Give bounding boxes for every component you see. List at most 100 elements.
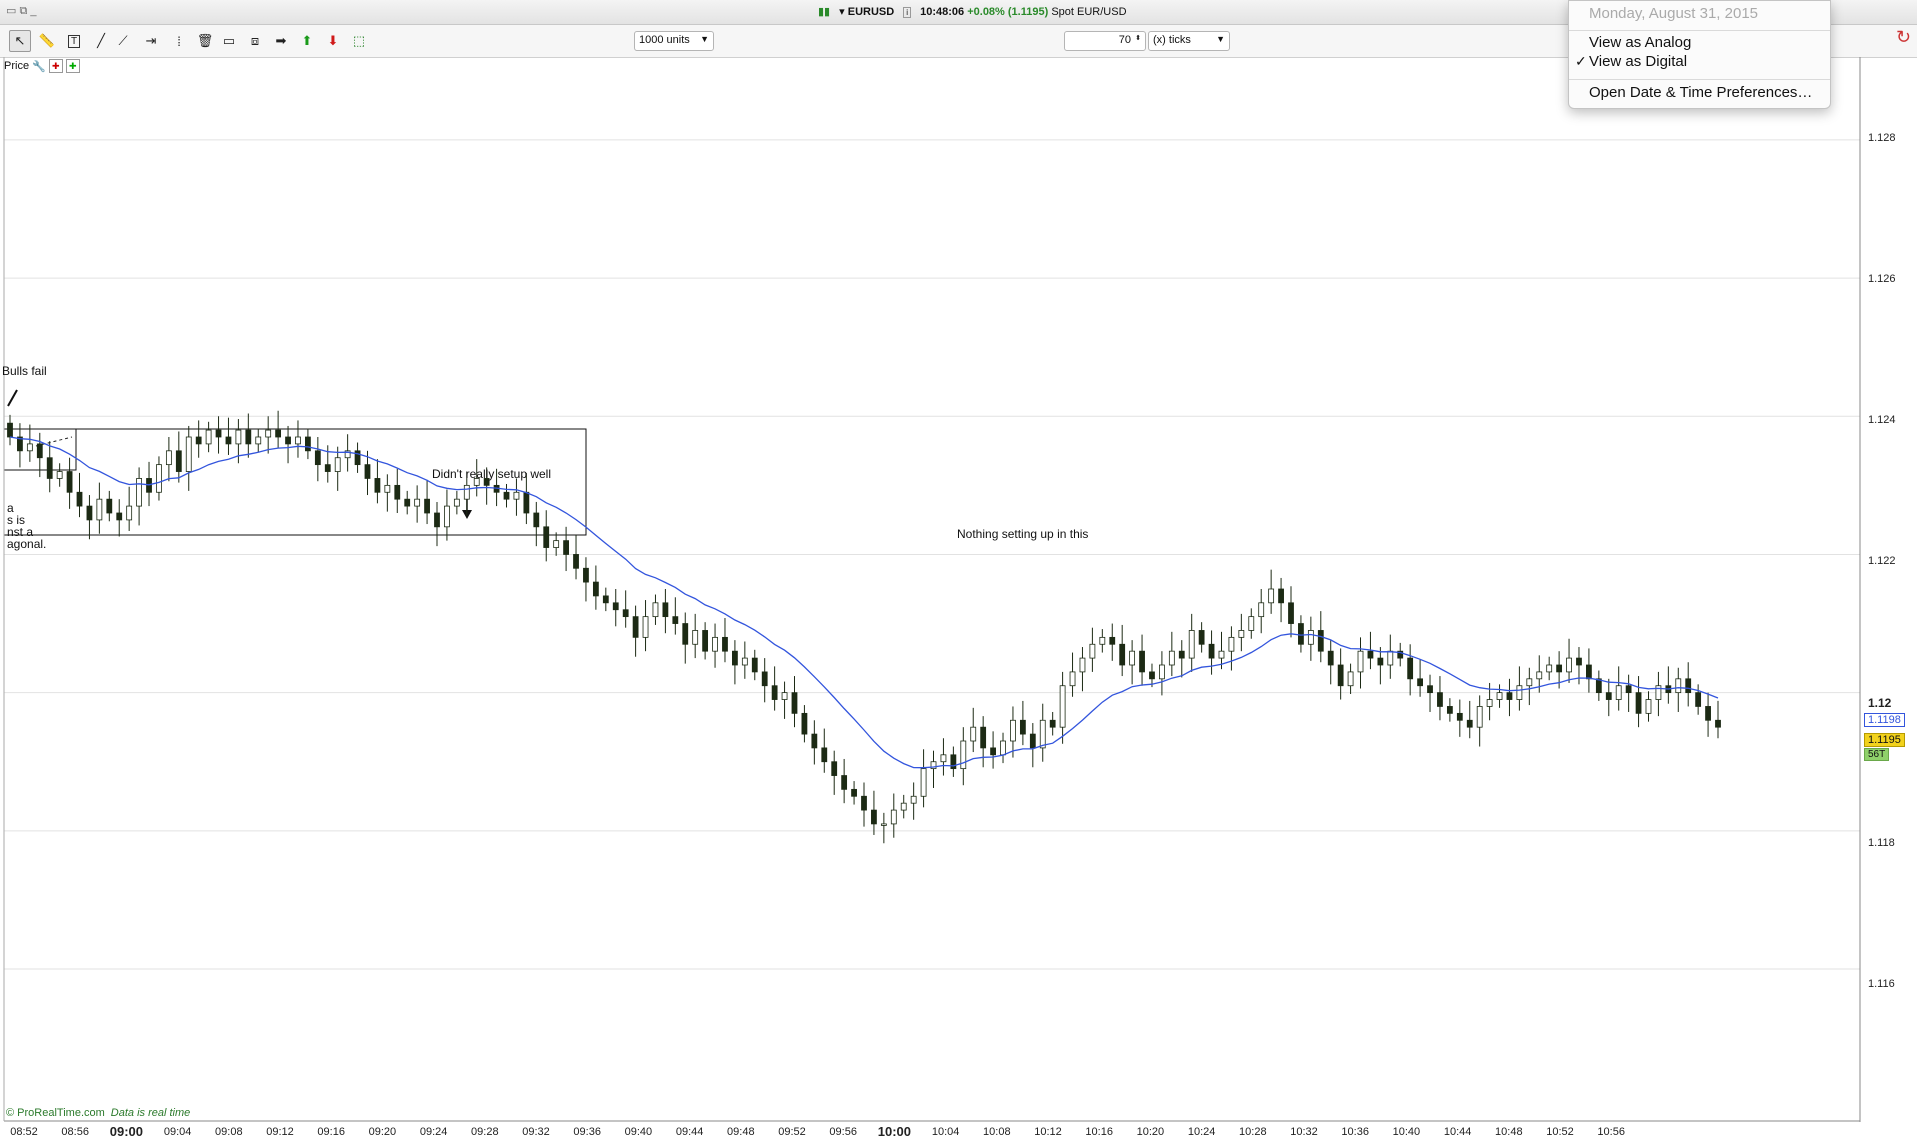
candle: [573, 535, 579, 580]
realtime-note: Data is real time: [110, 1107, 191, 1119]
menu-item-view-analog[interactable]: View as Analog: [1589, 34, 1691, 51]
ruler-tool[interactable]: 📏: [36, 30, 58, 52]
candle-body: [305, 436, 311, 452]
candle-body: [165, 450, 172, 466]
arrow-right-icon[interactable]: ➡: [270, 30, 292, 52]
horizontal-line-tool[interactable]: ⇥: [140, 30, 162, 52]
candle: [791, 676, 798, 728]
candle-body: [453, 498, 460, 507]
candle-body: [235, 429, 242, 445]
candle: [1059, 671, 1066, 744]
info-icon[interactable]: i: [903, 7, 912, 18]
candle-body: [1059, 685, 1066, 728]
arrow-down-icon[interactable]: ⬇: [322, 30, 344, 52]
x-tick: 09:40: [624, 1126, 653, 1138]
units-select[interactable]: 1000 units ▼: [634, 31, 714, 51]
candle: [751, 649, 758, 681]
candle: [871, 790, 877, 835]
candle-body: [1427, 685, 1433, 694]
candle-body: [1675, 678, 1682, 694]
ray-tool[interactable]: ⟋: [112, 30, 134, 52]
menu-item-view-digital[interactable]: View as Digital: [1589, 53, 1687, 70]
candle: [910, 782, 917, 820]
candle-body: [1139, 650, 1145, 673]
candle: [1665, 666, 1672, 704]
candle: [1605, 678, 1612, 717]
candle: [1685, 662, 1692, 707]
status-bar: © ProRealTime.com Data is real time: [6, 1107, 190, 1119]
candle: [295, 420, 301, 458]
candle-body: [1586, 664, 1592, 680]
x-tick: 10:16: [1085, 1126, 1113, 1138]
candle: [1715, 700, 1721, 739]
price-chart[interactable]: [0, 57, 1917, 1143]
menu-item-date-time-prefs[interactable]: Open Date & Time Preferences…: [1589, 84, 1812, 101]
x-tick: 10:28: [1239, 1126, 1267, 1138]
x-tick: 08:56: [61, 1126, 89, 1138]
channel-tool[interactable]: ⧈: [244, 30, 266, 52]
candle-body: [851, 788, 857, 797]
candle-body: [1347, 671, 1354, 687]
candle-body: [255, 436, 262, 445]
candle-body: [1407, 657, 1414, 680]
candle-body: [334, 457, 341, 472]
candle: [1456, 699, 1463, 737]
cursor-tool[interactable]: ↖: [9, 30, 31, 52]
candle-body: [1109, 636, 1116, 645]
candle-body: [672, 616, 679, 624]
candle: [1705, 692, 1711, 737]
candle-body: [414, 498, 421, 507]
candle-body: [1089, 643, 1096, 659]
window-controls[interactable]: ▭ ⧉ _: [6, 4, 36, 18]
candle: [602, 587, 609, 612]
x-tick: 09:20: [368, 1126, 397, 1138]
candle: [761, 658, 768, 703]
delete-tool[interactable]: 🗑: [194, 30, 216, 52]
candle: [841, 758, 848, 804]
candle: [1476, 695, 1483, 747]
rectangle-tool[interactable]: ▭: [218, 30, 240, 52]
trend-line[interactable]: [7, 389, 18, 407]
candle-body: [36, 443, 43, 459]
candle-body: [463, 484, 470, 500]
y-tick: 1.126: [1868, 273, 1896, 285]
candle-body: [1695, 692, 1702, 707]
brand[interactable]: © ProRealTime.com: [6, 1107, 105, 1119]
candle: [831, 750, 838, 795]
candle-body: [841, 775, 848, 790]
candle-body: [1536, 671, 1543, 680]
candle: [583, 557, 589, 602]
arrow-up-icon[interactable]: ⬆: [296, 30, 318, 52]
candle-body: [652, 602, 659, 618]
x-tick: 10:32: [1290, 1126, 1318, 1138]
ticks-select[interactable]: (x) ticks ▼: [1148, 31, 1230, 51]
candle: [970, 707, 977, 753]
symbol-dropdown[interactable]: ▾ EURUSD: [839, 6, 894, 18]
candle: [1178, 640, 1185, 678]
text-tool[interactable]: T: [63, 30, 85, 52]
tick-count-tag: 56T: [1864, 748, 1890, 761]
candle-body: [76, 491, 83, 507]
note-left-line: agonal.: [7, 537, 47, 551]
candle-body: [1208, 643, 1215, 659]
candle-body: [1327, 650, 1334, 666]
candle-body: [920, 768, 927, 797]
refresh-icon[interactable]: ↻: [1896, 27, 1914, 55]
candle-body: [1625, 685, 1632, 694]
candle-body: [215, 429, 222, 438]
candle-body: [384, 484, 391, 493]
candle-body: [106, 498, 113, 514]
zoom-chart-icon[interactable]: ⬚: [348, 30, 370, 52]
candle-body: [1099, 636, 1106, 645]
candle-body: [1149, 671, 1155, 680]
line-tool[interactable]: ╱: [90, 30, 112, 52]
candle-body: [1278, 588, 1284, 604]
x-tick: 10:40: [1392, 1126, 1421, 1138]
candle-body: [86, 505, 93, 521]
candle-body: [1119, 643, 1126, 666]
candle-body: [722, 636, 728, 652]
vertical-line-tool[interactable]: ⁞: [168, 30, 190, 52]
ticks-input[interactable]: 70 ⬍: [1064, 31, 1146, 51]
candle: [712, 623, 718, 668]
candle: [185, 425, 192, 491]
